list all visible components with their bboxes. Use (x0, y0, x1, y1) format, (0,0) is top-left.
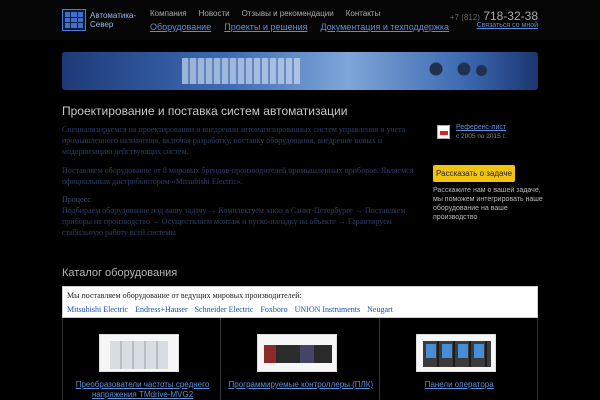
brands-box: Мы поставляем оборудование от ведущих ми… (62, 286, 538, 318)
brand-link[interactable]: UNION Instruments (295, 305, 361, 314)
banner-equipment-image (182, 58, 302, 84)
catalog-card-link[interactable]: Панели оператора (380, 380, 539, 390)
banner-people-image (422, 60, 492, 90)
cta-description: Расскажите нам о вашей задаче, мы поможе… (433, 187, 543, 221)
catalog-card[interactable]: Программируемые контроллеры (ПЛК) (221, 318, 380, 400)
plc-product-image[interactable] (257, 334, 338, 372)
catalog-cards: Преобразователи частоты среднего напряже… (62, 318, 538, 400)
hero-banner (62, 52, 538, 90)
reference-list-period: с 2005 по 2015 г. (456, 133, 506, 140)
catalog-title: Каталог оборудования (62, 267, 178, 279)
tell-task-button[interactable]: Рассказать о задаче (433, 165, 515, 182)
phone-number: 718-32-38 (483, 9, 538, 23)
brand-list: Mitsubishi Electric Endress+Hauser Schne… (67, 305, 393, 314)
logo[interactable]: Автоматика-Север (62, 9, 146, 31)
brand-link[interactable]: Schneider Electric (195, 305, 254, 314)
top-nav-reviews[interactable]: Отзывы и рекомендации (242, 9, 334, 18)
page-title: Проектирование и поставка систем автомат… (62, 104, 348, 118)
brand-link[interactable]: Foxboro (260, 305, 287, 314)
inverter-product-image[interactable] (99, 334, 179, 372)
top-nav: Компания Новости Отзывы и рекомендации К… (150, 9, 380, 18)
phone: +7 (812) 718-32-38 (450, 9, 538, 23)
intro-paragraph: Специализируемся на проектировании и вне… (62, 125, 406, 156)
main-nav-equipment[interactable]: Оборудование (150, 22, 211, 32)
reference-list: Референс-лист с 2005 по 2015 г. (437, 124, 527, 144)
catalog-card-link[interactable]: Преобразователи частоты среднего напряже… (63, 380, 222, 400)
operator-panel-product-image[interactable] (415, 334, 496, 372)
pdf-icon (437, 125, 450, 139)
brands-label: Мы поставляем оборудование от ведущих ми… (67, 291, 302, 300)
phone-prefix: +7 (812) (449, 13, 480, 22)
catalog-card[interactable]: Панели оператора (380, 318, 538, 400)
top-nav-contacts[interactable]: Контакты (346, 9, 381, 18)
brand-link[interactable]: Neugart (367, 305, 393, 314)
reference-list-link[interactable]: Референс-лист (456, 124, 506, 131)
top-nav-company[interactable]: Компания (150, 9, 187, 18)
contact-me-link[interactable]: Связаться со мной (477, 22, 538, 29)
logo-text: Автоматика-Север (90, 11, 137, 29)
catalog-card[interactable]: Преобразователи частоты среднего напряже… (63, 318, 222, 400)
top-nav-news[interactable]: Новости (199, 9, 230, 18)
process-title: Процесс (62, 195, 91, 204)
catalog-card-link[interactable]: Программируемые контроллеры (ПЛК) (221, 380, 380, 390)
brand-link[interactable]: Mitsubishi Electric (67, 305, 128, 314)
brand-link[interactable]: Endress+Hauser (135, 305, 188, 314)
header: Автоматика-Север Компания Новости Отзывы… (0, 0, 600, 40)
process-text: Подбираем оборудование под вашу задачу →… (62, 206, 406, 237)
main-nav: Оборудование Проекты и решения Документа… (150, 22, 449, 32)
main-nav-docs[interactable]: Документация и техподдержка (320, 22, 449, 32)
main-nav-projects[interactable]: Проекты и решения (224, 22, 307, 32)
process-block: Процесс Подбираем оборудование под вашу … (62, 194, 422, 238)
grid-logo-icon (62, 9, 86, 31)
brands-paragraph: Поставляем оборудование от 8 мировых бре… (62, 166, 414, 186)
